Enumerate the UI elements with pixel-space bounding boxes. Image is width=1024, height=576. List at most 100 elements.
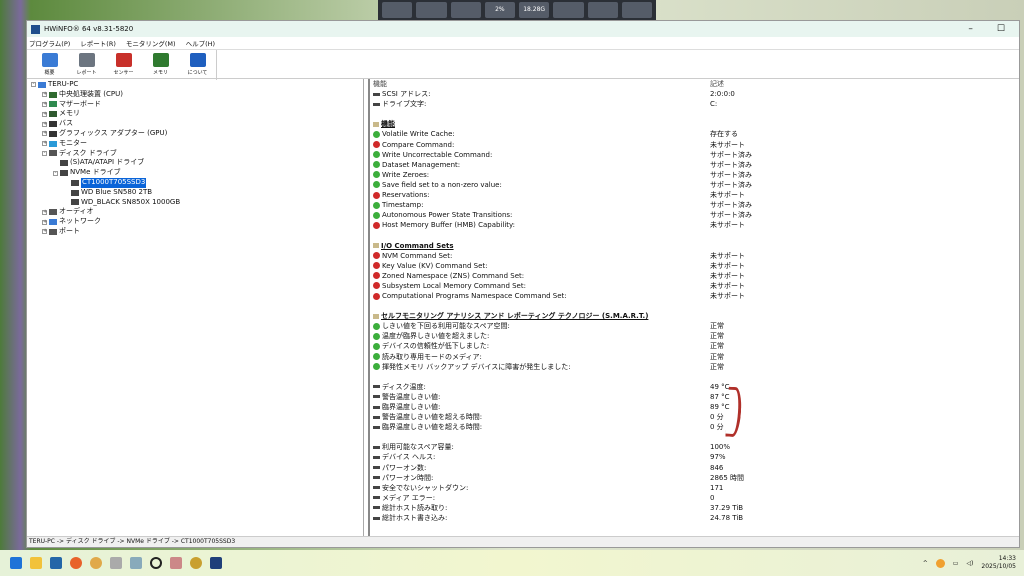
toolbar-button-1[interactable]: レポート	[68, 50, 105, 78]
store-icon[interactable]	[50, 557, 62, 569]
tree-item[interactable]: + グラフィックス アダプター (GPU)	[27, 129, 363, 139]
tree-item[interactable]: + 中央処理装置 (CPU)	[27, 90, 363, 100]
thumbnail[interactable]	[382, 2, 413, 18]
expand-icon[interactable]: +	[42, 219, 47, 225]
feature-column-header[interactable]: 機能	[373, 79, 710, 89]
menu-program[interactable]: プログラム(P)	[29, 38, 70, 48]
volume-icon[interactable]: ◁)	[966, 560, 973, 567]
detail-row[interactable]: Volatile Write Cache: 存在する	[370, 129, 1020, 139]
clock-time[interactable]: 14:33	[999, 555, 1016, 562]
detail-row[interactable]: Write Uncorrectable Command: サポート済み	[370, 150, 1020, 160]
detail-row[interactable]: ディスク温度: 49 °C	[370, 382, 1020, 392]
detail-row[interactable]: 警告温度しきい値: 87 °C	[370, 392, 1020, 402]
hwinfo-taskbar-icon[interactable]	[210, 557, 222, 569]
tree-item[interactable]: - ディスク ドライブ	[27, 149, 363, 159]
detail-row[interactable]: 総計ホスト読み取り: 37.29 TiB	[370, 503, 1020, 513]
detail-row[interactable]: Key Value (KV) Command Set: 未サポート	[370, 261, 1020, 271]
detail-row[interactable]: 臨界温度しきい値を超える時間: 0 分	[370, 422, 1020, 432]
detail-row[interactable]: 読み取り専用モードのメディア: 正常	[370, 352, 1020, 362]
tray-app-icon[interactable]	[935, 558, 945, 568]
search-icon[interactable]	[150, 557, 162, 569]
expand-icon[interactable]: +	[42, 141, 47, 147]
detail-row[interactable]: Host Memory Buffer (HMB) Capability: 未サポー…	[370, 220, 1020, 230]
toolbar-button-3[interactable]: メモリ	[142, 50, 179, 78]
tree-item[interactable]: CT1000T705SSD3	[27, 177, 363, 188]
detail-row[interactable]: NVM Command Set: 未サポート	[370, 251, 1020, 261]
firefox-icon[interactable]	[70, 557, 82, 569]
toolbar-button-0[interactable]: 概要	[31, 50, 68, 78]
maximize-button[interactable]: ☐	[997, 24, 1005, 34]
menu-report[interactable]: レポート(R)	[80, 38, 116, 48]
thumbnail[interactable]	[587, 2, 618, 18]
tree-item[interactable]: + オーディオ	[27, 207, 363, 217]
thumbnail[interactable]	[553, 2, 584, 18]
tree-item[interactable]: WD Blue SN580 2TB	[27, 188, 363, 198]
app-icon-4[interactable]	[170, 557, 182, 569]
tree-item[interactable]: WD_BLACK SN850X 1000GB	[27, 198, 363, 208]
expand-icon[interactable]: +	[42, 101, 47, 107]
detail-row[interactable]: 揮発性メモリ バックアップ デバイスに障害が発生しました: 正常	[370, 362, 1020, 372]
section-header[interactable]: I/O Command Sets	[370, 241, 1020, 251]
device-tree[interactable]: - TERU-PC + 中央処理装置 (CPU) + マザーボード + メモリ + バス + グラフィ…	[27, 79, 364, 538]
detail-row[interactable]: Save field set to a non-zero value: サポート済…	[370, 180, 1020, 190]
thumbnail[interactable]	[416, 2, 447, 18]
description-column-header[interactable]: 記述	[710, 79, 724, 89]
detail-row[interactable]: 温度が臨界しきい値を超えました: 正常	[370, 331, 1020, 341]
detail-row[interactable]: Dataset Management: サポート済み	[370, 160, 1020, 170]
detail-row[interactable]: Reservations: 未サポート	[370, 190, 1020, 200]
expand-icon[interactable]: +	[42, 131, 47, 137]
detail-row[interactable]: パワーオン数: 846	[370, 463, 1020, 473]
detail-row[interactable]: メディア エラー: 0	[370, 493, 1020, 503]
file-explorer-icon[interactable]	[30, 557, 42, 569]
detail-row[interactable]: パワーオン時間: 2865 時間	[370, 473, 1020, 483]
collapse-icon[interactable]: -	[31, 82, 36, 88]
tree-item[interactable]: + モニター	[27, 139, 363, 149]
tree-item[interactable]: + ポート	[27, 227, 363, 237]
start-icon[interactable]	[10, 557, 22, 569]
section-header[interactable]: セルフモニタリング アナリシス アンド レポーティング テクノロジー (S.M.…	[370, 311, 1020, 321]
detail-row[interactable]: Subsystem Local Memory Command Set: 未サポート	[370, 281, 1020, 291]
clock-date[interactable]: 2025/10/05	[981, 563, 1016, 570]
menu-monitoring[interactable]: モニタリング(M)	[126, 38, 176, 48]
tree-item[interactable]: - NVMe ドライブ	[27, 168, 363, 178]
expand-icon[interactable]: +	[42, 92, 47, 98]
settings-icon[interactable]	[190, 557, 202, 569]
toolbar-button-2[interactable]: センサー	[105, 50, 142, 78]
detail-row[interactable]: 警告温度しきい値を超える時間: 0 分	[370, 412, 1020, 422]
expand-icon[interactable]: +	[42, 209, 47, 215]
tree-item[interactable]: + マザーボード	[27, 100, 363, 110]
detail-row[interactable]: Zoned Namespace (ZNS) Command Set: 未サポート	[370, 271, 1020, 281]
tree-item[interactable]: + メモリ	[27, 109, 363, 119]
detail-row[interactable]: デバイスの信頼性が低下しました: 正常	[370, 341, 1020, 351]
toolbar-button-4[interactable]: について	[179, 50, 216, 78]
tree-item[interactable]: - TERU-PC	[27, 80, 363, 90]
detail-row[interactable]: Computational Programs Namespace Command…	[370, 291, 1020, 301]
menu-help[interactable]: ヘルプ(H)	[186, 38, 215, 48]
detail-row[interactable]: 臨界温度しきい値: 89 °C	[370, 402, 1020, 412]
detail-row[interactable]: 安全でないシャットダウン: 171	[370, 483, 1020, 493]
expand-icon[interactable]: +	[42, 121, 47, 127]
collapse-icon[interactable]: -	[53, 170, 58, 176]
details-pane[interactable]: 機能 記述 SCSI アドレス: 2:0:0:0 ドライブ文字: C: 機能 Volatil…	[368, 79, 1020, 538]
tree-item[interactable]: + ネットワーク	[27, 217, 363, 227]
detail-row[interactable]: Timestamp: サポート済み	[370, 200, 1020, 210]
detail-row[interactable]: Autonomous Power State Transitions: サポート済…	[370, 210, 1020, 220]
thumbnail[interactable]	[621, 2, 652, 18]
minimize-button[interactable]: –	[968, 24, 973, 34]
tree-item[interactable]: + バス	[27, 119, 363, 129]
thumbnail[interactable]: 2%	[484, 2, 515, 18]
detail-row[interactable]: Compare Command: 未サポート	[370, 140, 1020, 150]
app-icon-3[interactable]	[130, 557, 142, 569]
chevron-up-icon[interactable]: ^	[923, 560, 928, 567]
detail-row[interactable]: ドライブ文字: C:	[370, 99, 1020, 109]
network-icon[interactable]: ▭	[953, 560, 959, 567]
detail-row[interactable]: 総計ホスト書き込み: 24.78 TiB	[370, 513, 1020, 523]
detail-row[interactable]: Write Zeroes: サポート済み	[370, 170, 1020, 180]
detail-row[interactable]: デバイス ヘルス: 97%	[370, 452, 1020, 462]
app-icon-2[interactable]	[110, 557, 122, 569]
tree-item[interactable]: (S)ATA/ATAPI ドライブ	[27, 158, 363, 168]
detail-row[interactable]: 利用可能なスペア容量: 100%	[370, 442, 1020, 452]
app-icon-1[interactable]	[90, 557, 102, 569]
collapse-icon[interactable]: -	[42, 150, 47, 156]
detail-row[interactable]: SCSI アドレス: 2:0:0:0	[370, 89, 1020, 99]
